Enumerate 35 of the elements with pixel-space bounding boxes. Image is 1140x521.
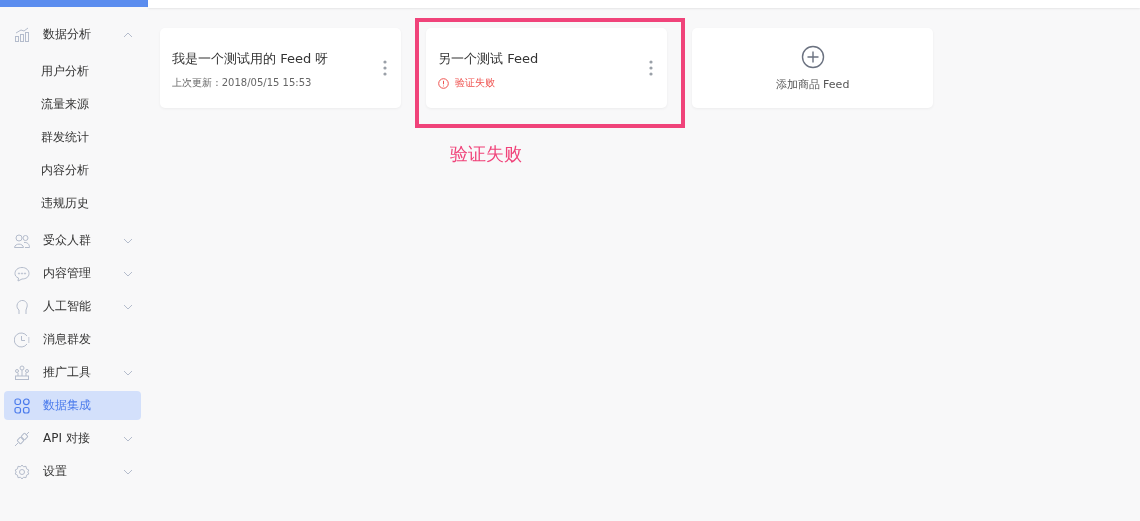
feed-card[interactable]: 我是一个测试用的 Feed 呀 上次更新 : 2018/05/15 15:53 bbox=[160, 28, 401, 108]
sidebar-subitem[interactable]: 违规历史 bbox=[0, 189, 148, 218]
sidebar-item[interactable]: 推广工具 bbox=[4, 358, 141, 387]
feed-title: 另一个测试 Feed bbox=[438, 50, 540, 68]
sidebar-item[interactable]: 消息群发 bbox=[4, 325, 141, 354]
sidebar-item[interactable]: API 对接 bbox=[4, 424, 141, 453]
more-icon bbox=[383, 60, 387, 76]
clock-icon bbox=[14, 331, 30, 348]
sidebar-item[interactable]: 数据分析 bbox=[4, 20, 141, 49]
feed-title: 我是一个测试用的 Feed 呀 bbox=[172, 50, 330, 68]
sidebar-item[interactable]: 受众人群 bbox=[4, 226, 141, 255]
sidebar-item[interactable]: 人工智能 bbox=[4, 292, 141, 321]
settings-icon bbox=[14, 463, 30, 480]
warning-icon bbox=[438, 77, 449, 89]
more-icon bbox=[649, 60, 653, 76]
sidebar-item[interactable]: 设置 bbox=[4, 457, 141, 486]
podium-icon bbox=[14, 364, 30, 381]
add-feed-label: 添加商品 Feed bbox=[775, 76, 850, 92]
chat-icon bbox=[14, 265, 30, 282]
sidebar-item[interactable]: 内容管理 bbox=[4, 259, 141, 288]
plug-icon bbox=[14, 430, 30, 447]
sidebar-subitem[interactable]: 用户分析 bbox=[0, 57, 148, 86]
add-feed-card[interactable]: 添加商品 Feed bbox=[692, 28, 933, 108]
plus-icon bbox=[800, 44, 825, 69]
error-message: 验证失败 bbox=[455, 76, 495, 90]
head-icon bbox=[14, 298, 30, 315]
update-time: 上次更新 : 2018/05/15 15:53 bbox=[172, 76, 312, 90]
sidebar-subitem[interactable]: 群发统计 bbox=[0, 123, 148, 152]
annotation-label: 验证失败 bbox=[450, 142, 522, 166]
chart-icon bbox=[14, 26, 30, 43]
sidebar-subitem[interactable]: 流量来源 bbox=[0, 90, 148, 119]
feed-card[interactable]: 另一个测试 Feed 验证失败 bbox=[426, 28, 667, 108]
sidebar-subitem[interactable]: 内容分析 bbox=[0, 156, 148, 185]
grid-icon bbox=[14, 397, 30, 414]
people-icon bbox=[14, 232, 30, 249]
